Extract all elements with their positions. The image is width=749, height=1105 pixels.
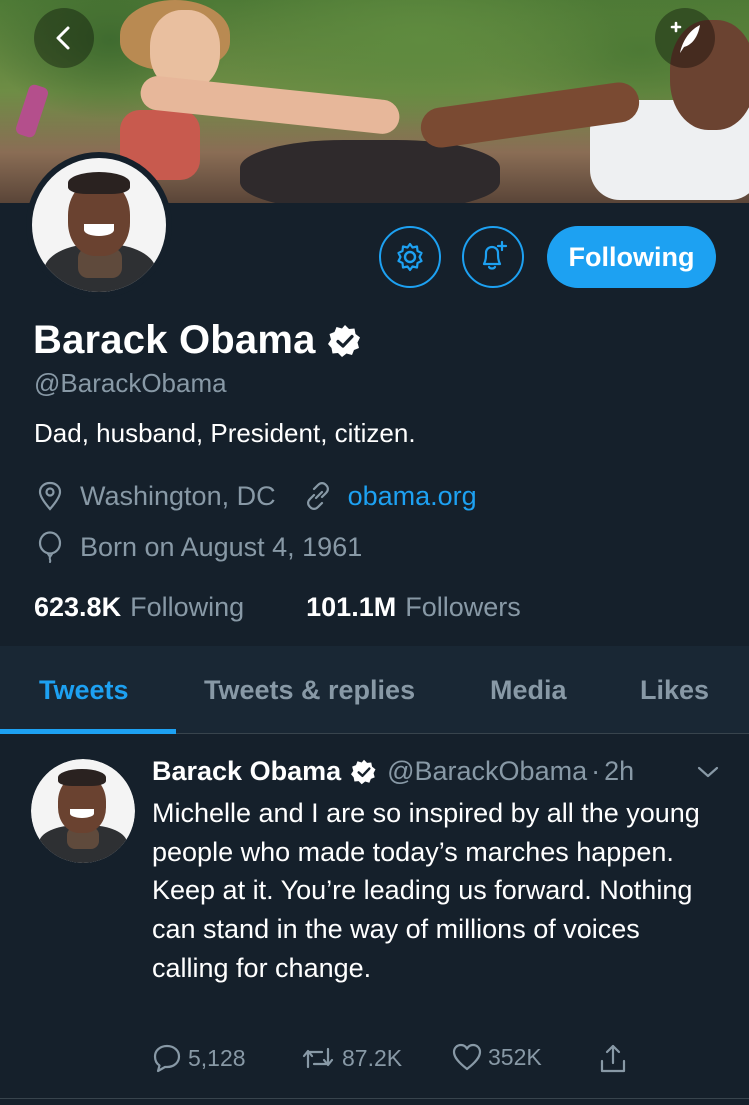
tweet-separator: · <box>591 756 601 786</box>
profile-birthday: Born on August 4, 1961 <box>80 531 363 562</box>
profile-stats: 623.8K Following 101.1M Followers <box>34 592 583 623</box>
like-count: 352K <box>488 1043 542 1070</box>
reply-count: 5,128 <box>188 1044 246 1071</box>
profile-tabs: Tweets Tweets & replies Media Likes <box>0 646 749 734</box>
tab-tweets[interactable]: Tweets <box>39 646 129 734</box>
followers-count: 101.1M <box>306 592 397 622</box>
tweet-time: 2h <box>604 756 635 786</box>
profile-website-link[interactable]: obama.org <box>348 481 477 512</box>
tweet-text: Michelle and I are so inspired by all th… <box>152 798 700 983</box>
tweet-author-name[interactable]: Barack Obama <box>152 756 341 787</box>
followers-stat[interactable]: 101.1M Followers <box>306 592 521 623</box>
like-button[interactable]: 352K <box>452 1043 542 1071</box>
tweet-menu-button[interactable] <box>696 764 720 785</box>
profile-name-row: Barack Obama <box>33 318 362 363</box>
following-stat[interactable]: 623.8K Following <box>34 592 244 623</box>
tweet-author-avatar[interactable] <box>31 759 135 863</box>
followers-label: Followers <box>405 592 521 622</box>
notifications-button[interactable] <box>462 226 524 288</box>
profile-handle: @BarackObama <box>34 368 227 398</box>
compose-button[interactable] <box>655 8 715 68</box>
back-button[interactable] <box>34 8 94 68</box>
retweet-button[interactable]: 87.2K <box>300 1043 402 1073</box>
retweet-icon <box>302 1047 334 1069</box>
compose-feather-icon <box>670 21 700 53</box>
settings-button[interactable] <box>379 226 441 288</box>
tab-tweets-and-replies[interactable]: Tweets & replies <box>204 646 415 734</box>
profile-avatar[interactable] <box>26 152 172 298</box>
active-tab-indicator <box>0 729 176 734</box>
gear-icon <box>397 242 423 272</box>
profile-birthday-row: Born on August 4, 1961 <box>34 531 362 563</box>
link-icon <box>302 480 334 512</box>
profile-location: Washington, DC <box>80 480 276 511</box>
heart-icon <box>452 1043 482 1071</box>
profile-meta-row: Washington, DC obama.org <box>34 480 477 512</box>
share-button[interactable] <box>598 1043 634 1075</box>
following-label: Following <box>130 592 245 622</box>
reply-button[interactable]: 5,128 <box>152 1043 246 1073</box>
tab-likes[interactable]: Likes <box>640 646 709 734</box>
balloon-icon <box>34 531 66 563</box>
chevron-down-icon <box>697 766 719 778</box>
location-pin-icon <box>34 480 66 512</box>
profile-bio: Dad, husband, President, citizen. <box>34 418 416 448</box>
profile-name: Barack Obama <box>33 318 316 362</box>
reply-icon <box>153 1044 181 1073</box>
retweet-count: 87.2K <box>342 1044 403 1071</box>
tweet-actions: 5,128 87.2K 352K <box>152 1043 652 1079</box>
tweet-author-handle: @BarackObama <box>387 756 588 786</box>
following-button[interactable]: Following <box>547 226 716 288</box>
following-count: 623.8K <box>34 592 122 622</box>
verified-badge-icon <box>351 759 376 784</box>
tweet-header: Barack Obama @BarackObama · 2h <box>152 756 634 787</box>
tab-media[interactable]: Media <box>490 646 567 734</box>
divider <box>0 1098 749 1099</box>
share-icon <box>600 1044 626 1073</box>
verified-badge-icon <box>327 324 360 357</box>
bell-plus-icon <box>482 240 508 270</box>
chevron-left-icon <box>56 26 70 50</box>
